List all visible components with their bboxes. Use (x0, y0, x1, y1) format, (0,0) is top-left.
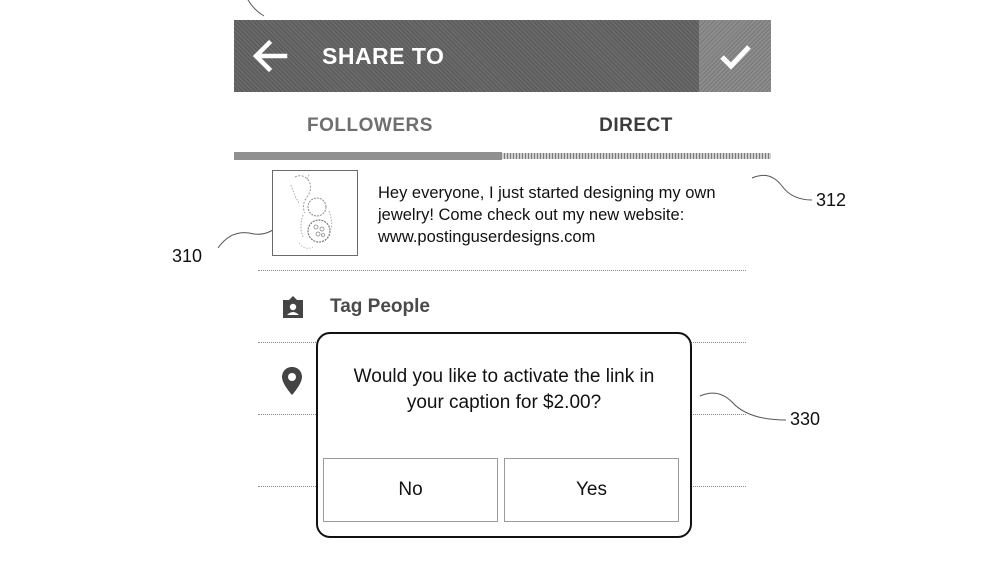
header-title: SHARE TO (322, 43, 445, 69)
arrow-left-icon[interactable] (252, 38, 288, 74)
location-pin-icon[interactable] (280, 366, 304, 396)
no-button[interactable]: No (323, 458, 498, 522)
post-thumbnail (272, 170, 358, 256)
confirm-button[interactable] (699, 20, 771, 92)
leader-line-330 (699, 392, 787, 421)
tag-people-option[interactable]: Tag People (330, 294, 430, 320)
jewelry-sketch-image (290, 174, 333, 249)
share-header: SHARE TO (234, 20, 771, 92)
reference-numeral-312: 312 (816, 190, 847, 210)
reference-numeral-310: 310 (172, 246, 203, 266)
activate-link-dialog: Would you like to activate the link in y… (316, 332, 692, 538)
leader-line-312 (751, 174, 813, 201)
post-caption[interactable]: Hey everyone, I just started designing m… (378, 182, 748, 248)
tab-active-indicator (234, 152, 502, 160)
caption-line: Hey everyone, I just started designing m… (378, 184, 716, 202)
person-tag-icon (283, 296, 303, 318)
dialog-message: Would you like to activate the link in y… (326, 364, 682, 416)
dialog-message-line: Would you like to activate the link in (353, 366, 655, 387)
tab-direct[interactable]: DIRECT (536, 112, 736, 140)
divider (258, 270, 746, 271)
dialog-message-line: your caption for $2.00? (406, 392, 602, 413)
reference-numeral-330: 330 (790, 409, 821, 429)
yes-button[interactable]: Yes (504, 458, 679, 522)
caption-line: www.postinguserdesigns.com (378, 228, 596, 246)
checkmark-icon (720, 45, 751, 70)
caption-line: jewelry! Come check out my new website: (378, 206, 685, 224)
tab-followers[interactable]: FOLLOWERS (270, 112, 470, 140)
top-leader-line (247, 0, 265, 17)
patent-figure: SHARE TO FOLLOWERS DIRECT Hey everyone, … (0, 0, 1000, 567)
